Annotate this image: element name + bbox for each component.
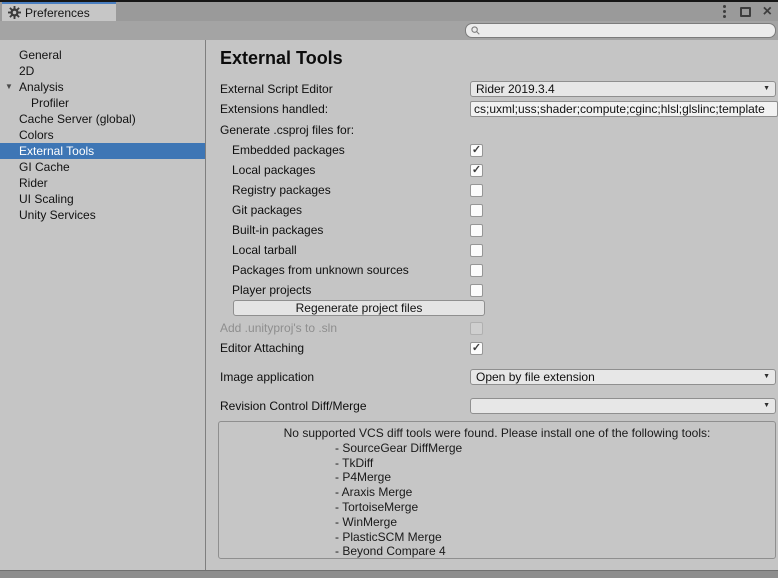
- builtin-packages-checkbox[interactable]: [470, 224, 483, 237]
- add-unityproj-label: Add .unityproj's to .sln: [220, 321, 470, 335]
- close-icon[interactable]: ×: [763, 5, 772, 19]
- row-registry-packages: Registry packages: [220, 180, 778, 200]
- sidebar-item-colors[interactable]: Colors: [0, 127, 205, 143]
- vcs-tool-item: - Beyond Compare 4: [219, 544, 775, 559]
- builtin-packages-label: Built-in packages: [220, 223, 470, 237]
- row-generate-header: Generate .csproj files for:: [220, 122, 778, 137]
- git-packages-checkbox[interactable]: [470, 204, 483, 217]
- sidebar-item-ui-scaling[interactable]: UI Scaling: [0, 191, 205, 207]
- vcs-tool-item: - P4Merge: [219, 470, 775, 485]
- sidebar-item-label: Analysis: [19, 80, 64, 94]
- row-extensions: Extensions handled: cs;uxml;uss;shader;c…: [220, 100, 778, 117]
- row-editor-attaching: Editor Attaching ✓: [220, 338, 778, 358]
- vcs-notice-box: No supported VCS diff tools were found. …: [218, 421, 776, 559]
- extensions-value: cs;uxml;uss;shader;compute;cginc;hlsl;gl…: [474, 102, 765, 116]
- image-application-label: Image application: [220, 370, 470, 384]
- chevron-down-icon: ▼: [763, 373, 770, 380]
- vcs-tool-item: - SourceGear DiffMerge: [219, 441, 775, 456]
- maximize-icon[interactable]: [740, 7, 751, 17]
- local-tarball-checkbox[interactable]: [470, 244, 483, 257]
- row-local-packages: Local packages ✓: [220, 160, 778, 180]
- local-tarball-label: Local tarball: [220, 243, 470, 257]
- sidebar: General 2D ▼ Analysis Profiler Cache Ser…: [0, 40, 206, 570]
- extensions-label: Extensions handled:: [220, 102, 470, 116]
- sidebar-item-rider[interactable]: Rider: [0, 175, 205, 191]
- check-icon: ✓: [472, 145, 481, 156]
- player-projects-checkbox[interactable]: [470, 284, 483, 297]
- player-projects-label: Player projects: [220, 283, 470, 297]
- unknown-sources-label: Packages from unknown sources: [220, 263, 470, 277]
- row-unknown-sources: Packages from unknown sources: [220, 260, 778, 280]
- sidebar-item-2d[interactable]: 2D: [0, 63, 205, 79]
- registry-packages-checkbox[interactable]: [470, 184, 483, 197]
- chevron-down-icon: ▼: [763, 85, 770, 92]
- row-git-packages: Git packages: [220, 200, 778, 220]
- regenerate-project-files-button[interactable]: Regenerate project files: [233, 300, 485, 316]
- script-editor-dropdown[interactable]: Rider 2019.3.4 ▼: [470, 81, 776, 97]
- search-input[interactable]: [483, 25, 775, 37]
- registry-packages-label: Registry packages: [220, 183, 470, 197]
- row-add-unityproj: Add .unityproj's to .sln: [220, 318, 778, 338]
- foldout-arrow-icon[interactable]: ▼: [5, 79, 13, 95]
- extensions-input[interactable]: cs;uxml;uss;shader;compute;cginc;hlsl;gl…: [470, 101, 778, 117]
- embedded-packages-label: Embedded packages: [220, 143, 470, 157]
- vcs-notice-intro: No supported VCS diff tools were found. …: [219, 426, 775, 441]
- script-editor-label: External Script Editor: [220, 82, 470, 96]
- row-image-application: Image application Open by file extension…: [220, 368, 778, 385]
- page-title: External Tools: [220, 48, 778, 68]
- local-packages-label: Local packages: [220, 163, 470, 177]
- sidebar-item-general[interactable]: General: [0, 47, 205, 63]
- check-icon: ✓: [472, 165, 481, 176]
- tab-preferences[interactable]: Preferences: [2, 2, 116, 21]
- row-player-projects: Player projects: [220, 280, 778, 300]
- script-editor-value: Rider 2019.3.4: [476, 82, 759, 96]
- add-unityproj-checkbox: [470, 322, 483, 335]
- git-packages-label: Git packages: [220, 203, 470, 217]
- preferences-window: Preferences × General 2D ▼ Analysis P: [0, 0, 778, 578]
- vcs-tool-item: - WinMerge: [219, 515, 775, 530]
- revision-control-dropdown[interactable]: ▼: [470, 398, 776, 414]
- vcs-tool-item: - Araxis Merge: [219, 485, 775, 500]
- window-controls: ×: [721, 2, 772, 21]
- image-application-value: Open by file extension: [476, 370, 759, 384]
- row-embedded-packages: Embedded packages ✓: [220, 140, 778, 160]
- main-panel: External Tools External Script Editor Ri…: [206, 40, 778, 570]
- sidebar-item-analysis[interactable]: ▼ Analysis: [0, 79, 205, 95]
- vcs-tool-item: - PlasticSCM Merge: [219, 530, 775, 545]
- vcs-tool-item: - TkDiff: [219, 456, 775, 471]
- search-icon: [471, 26, 480, 35]
- sidebar-item-external-tools[interactable]: External Tools: [0, 143, 205, 159]
- row-regenerate: Regenerate project files: [220, 300, 778, 316]
- check-icon: ✓: [472, 343, 481, 354]
- window-bottom-edge: [0, 570, 778, 578]
- unknown-sources-checkbox[interactable]: [470, 264, 483, 277]
- embedded-packages-checkbox[interactable]: ✓: [470, 144, 483, 157]
- revision-control-label: Revision Control Diff/Merge: [220, 399, 470, 413]
- row-local-tarball: Local tarball: [220, 240, 778, 260]
- toolbar: [0, 21, 778, 40]
- row-revision-control: Revision Control Diff/Merge ▼: [220, 397, 778, 414]
- search-field[interactable]: [465, 23, 776, 38]
- vcs-tool-item: - TortoiseMerge: [219, 500, 775, 515]
- editor-attaching-label: Editor Attaching: [220, 341, 470, 355]
- title-bar: Preferences ×: [0, 0, 778, 21]
- sidebar-item-cache-server[interactable]: Cache Server (global): [0, 111, 205, 127]
- generate-label: Generate .csproj files for:: [220, 123, 470, 137]
- row-builtin-packages: Built-in packages: [220, 220, 778, 240]
- row-script-editor: External Script Editor Rider 2019.3.4 ▼: [220, 80, 778, 97]
- window-body: General 2D ▼ Analysis Profiler Cache Ser…: [0, 40, 778, 570]
- sidebar-item-unity-services[interactable]: Unity Services: [0, 207, 205, 223]
- sidebar-item-gi-cache[interactable]: GI Cache: [0, 159, 205, 175]
- sidebar-item-profiler[interactable]: Profiler: [0, 95, 205, 111]
- chevron-down-icon: ▼: [763, 402, 770, 409]
- gear-icon: [8, 6, 21, 19]
- kebab-menu-icon[interactable]: [721, 3, 728, 20]
- editor-attaching-checkbox[interactable]: ✓: [470, 342, 483, 355]
- image-application-dropdown[interactable]: Open by file extension ▼: [470, 369, 776, 385]
- tab-label: Preferences: [25, 6, 90, 20]
- local-packages-checkbox[interactable]: ✓: [470, 164, 483, 177]
